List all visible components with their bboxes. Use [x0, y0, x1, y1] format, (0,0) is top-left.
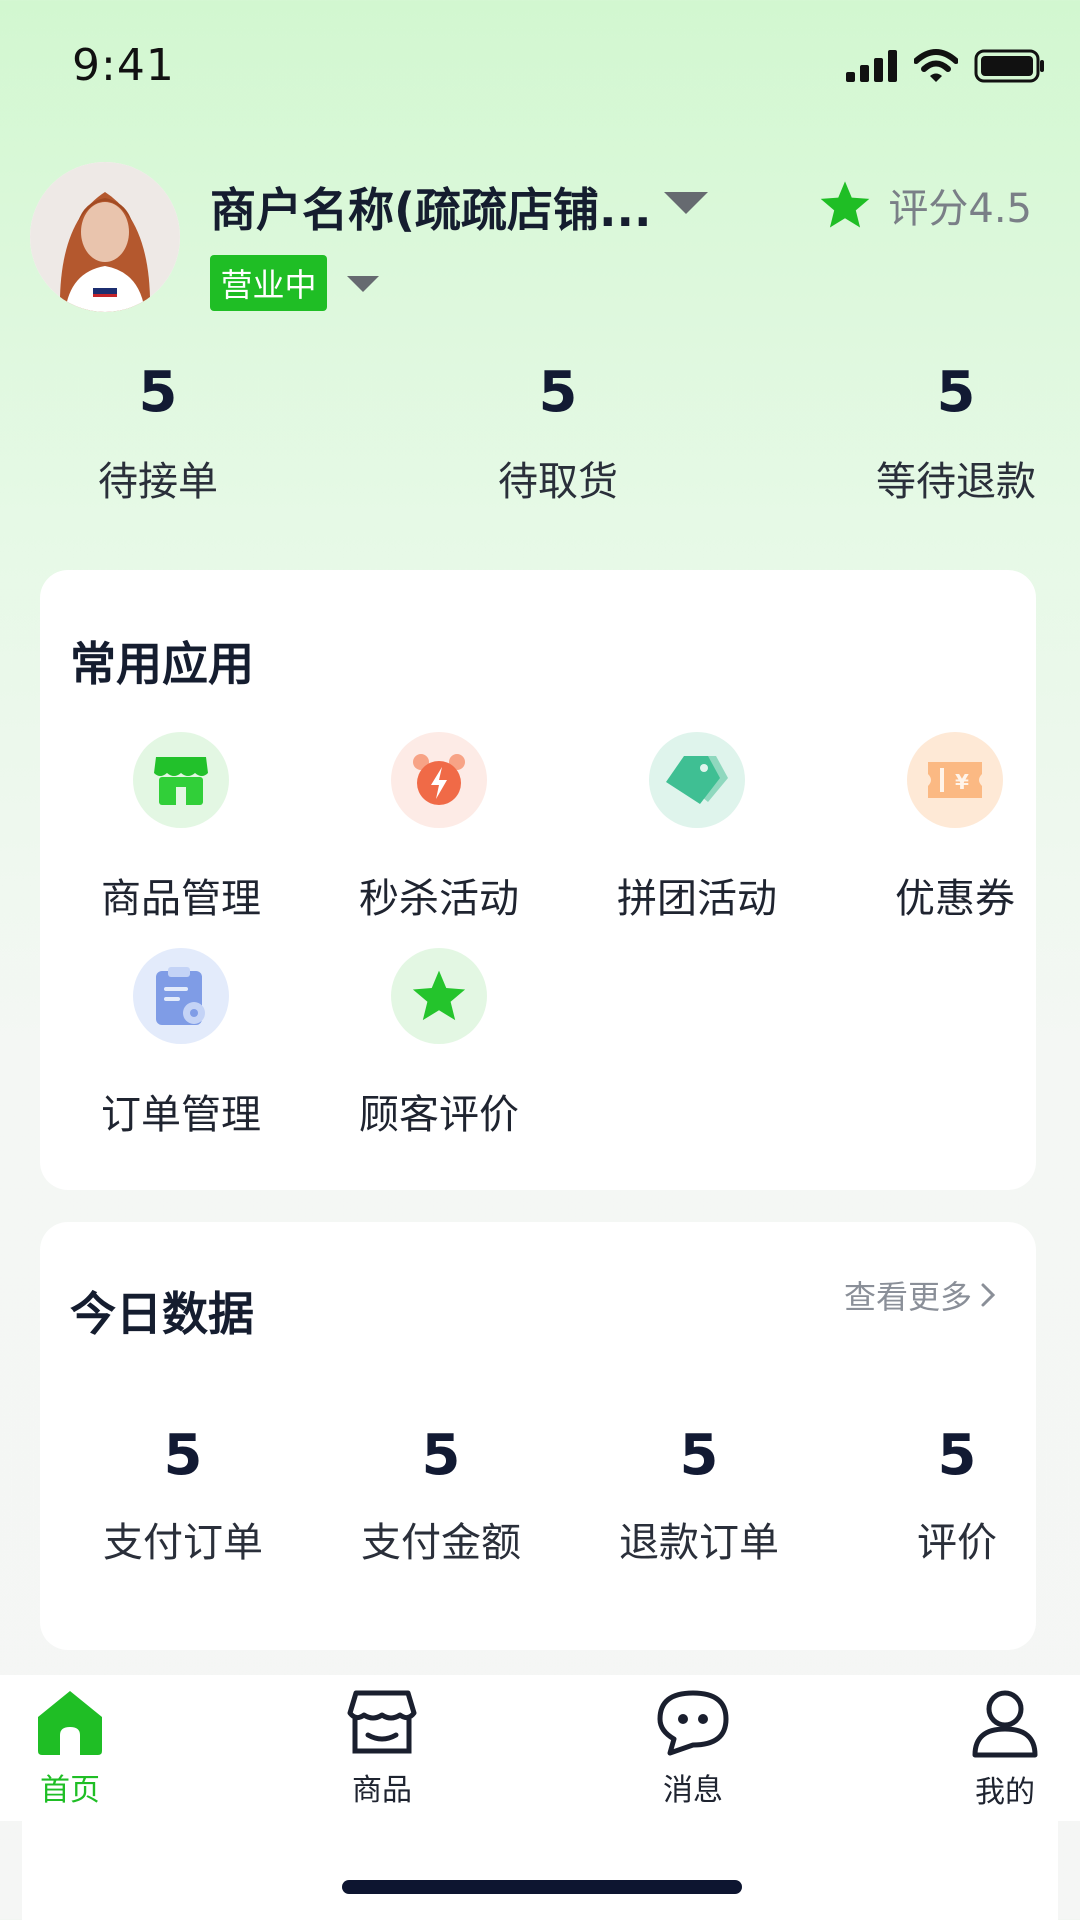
stat-label: 待取货 [498, 459, 618, 505]
rating-text: 评分4.5 [888, 186, 1032, 232]
stat-value: 5 [936, 360, 976, 425]
status-dropdown-caret-icon[interactable] [345, 274, 381, 294]
stat-value: 5 [421, 1423, 461, 1488]
stat-label: 待接单 [98, 459, 218, 505]
stat-label: 支付订单 [103, 1520, 263, 1566]
tab-home[interactable]: 首页 [0, 1687, 140, 1809]
stat-label: 支付金额 [361, 1520, 521, 1566]
home-indicator-area [22, 1821, 1058, 1920]
stat-pending-pickup[interactable]: 5 待取货 [438, 355, 678, 507]
stat-value: 5 [679, 1423, 719, 1488]
app-label: 秒杀活动 [359, 876, 519, 922]
today-data-card: 今日数据 查看更多 5 支付订单 5 支付金额 5 退款订单 5 评价 [40, 1222, 1036, 1650]
stat-label: 评价 [917, 1520, 997, 1566]
coupon-icon: ¥ [907, 732, 1003, 828]
stat-label: 退款订单 [619, 1520, 779, 1566]
tab-label: 我的 [975, 1775, 1035, 1810]
alarm-bolt-icon [391, 732, 487, 828]
stat-value: 5 [163, 1423, 203, 1488]
view-more-label: 查看更多 [843, 1278, 972, 1316]
clipboard-icon [133, 948, 229, 1044]
message-icon [657, 1690, 729, 1756]
status-time: 9:41 [72, 40, 175, 91]
status-icons [846, 48, 1046, 84]
tab-messages[interactable]: 消息 [623, 1687, 763, 1809]
app-label: 顾客评价 [359, 1092, 519, 1138]
app-label: 商品管理 [101, 876, 261, 922]
stat-pending-refund[interactable]: 5 等待退款 [836, 355, 1076, 507]
today-data-title: 今日数据 [70, 1287, 254, 1341]
app-coupon[interactable]: ¥ 优惠券 [826, 732, 1080, 924]
stat-value: 5 [937, 1423, 977, 1488]
rating-star-icon [821, 181, 870, 228]
rating: 评分4.5 [818, 176, 1032, 234]
store-dropdown-caret-icon[interactable] [662, 190, 710, 216]
signal-icon [846, 50, 897, 82]
tab-label: 首页 [40, 1773, 100, 1808]
business-status-badge[interactable]: 营业中 [210, 255, 327, 311]
stat-pending-accept[interactable]: 5 待接单 [38, 355, 278, 507]
tab-products[interactable]: 商品 [312, 1687, 452, 1809]
wifi-icon [914, 49, 958, 82]
battery-icon [974, 49, 1044, 83]
store-icon [133, 732, 229, 828]
tab-label: 消息 [663, 1773, 723, 1808]
home-icon [38, 1691, 102, 1755]
stat-label: 等待退款 [876, 459, 1036, 505]
app-order-management[interactable]: 订单管理 [52, 948, 310, 1140]
common-apps-card: 常用应用 商品管理 秒杀活动 拼团活动 ¥ 优惠券 订单管理 顾客评价 [40, 570, 1036, 1190]
app-group-buy[interactable]: 拼团活动 [568, 732, 826, 924]
app-label: 拼团活动 [617, 876, 777, 922]
bottom-tab-bar: 首页 商品 消息 我的 [0, 1675, 1080, 1821]
avatar-portrait [30, 162, 180, 312]
tag-icon [649, 732, 745, 828]
app-flash-sale[interactable]: 秒杀活动 [310, 732, 568, 924]
common-apps-title: 常用应用 [70, 637, 254, 691]
app-customer-reviews[interactable]: 顾客评价 [310, 948, 568, 1140]
app-label: 优惠券 [895, 876, 1015, 922]
today-stat-refund-orders[interactable]: 5 退款订单 [570, 1418, 828, 1568]
svg-text:¥: ¥ [955, 770, 969, 794]
today-stat-paid-orders[interactable]: 5 支付订单 [54, 1418, 312, 1568]
today-stat-reviews[interactable]: 5 评价 [828, 1418, 1080, 1568]
app-product-management[interactable]: 商品管理 [52, 732, 310, 924]
tab-label: 商品 [352, 1773, 412, 1808]
stat-value: 5 [538, 360, 578, 425]
shop-icon [347, 1690, 417, 1754]
app-label: 订单管理 [101, 1092, 261, 1138]
stat-value: 5 [138, 360, 178, 425]
today-stat-paid-amount[interactable]: 5 支付金额 [312, 1418, 570, 1568]
store-name[interactable]: 商户名称(疏疏店铺... [210, 174, 651, 240]
tab-profile[interactable]: 我的 [935, 1687, 1075, 1811]
avatar[interactable] [30, 162, 180, 312]
view-more-link[interactable]: 查看更多 [844, 1272, 996, 1318]
home-indicator[interactable] [342, 1880, 742, 1894]
user-icon [972, 1690, 1038, 1758]
star-icon [391, 948, 487, 1044]
chevron-right-icon [981, 1283, 996, 1307]
